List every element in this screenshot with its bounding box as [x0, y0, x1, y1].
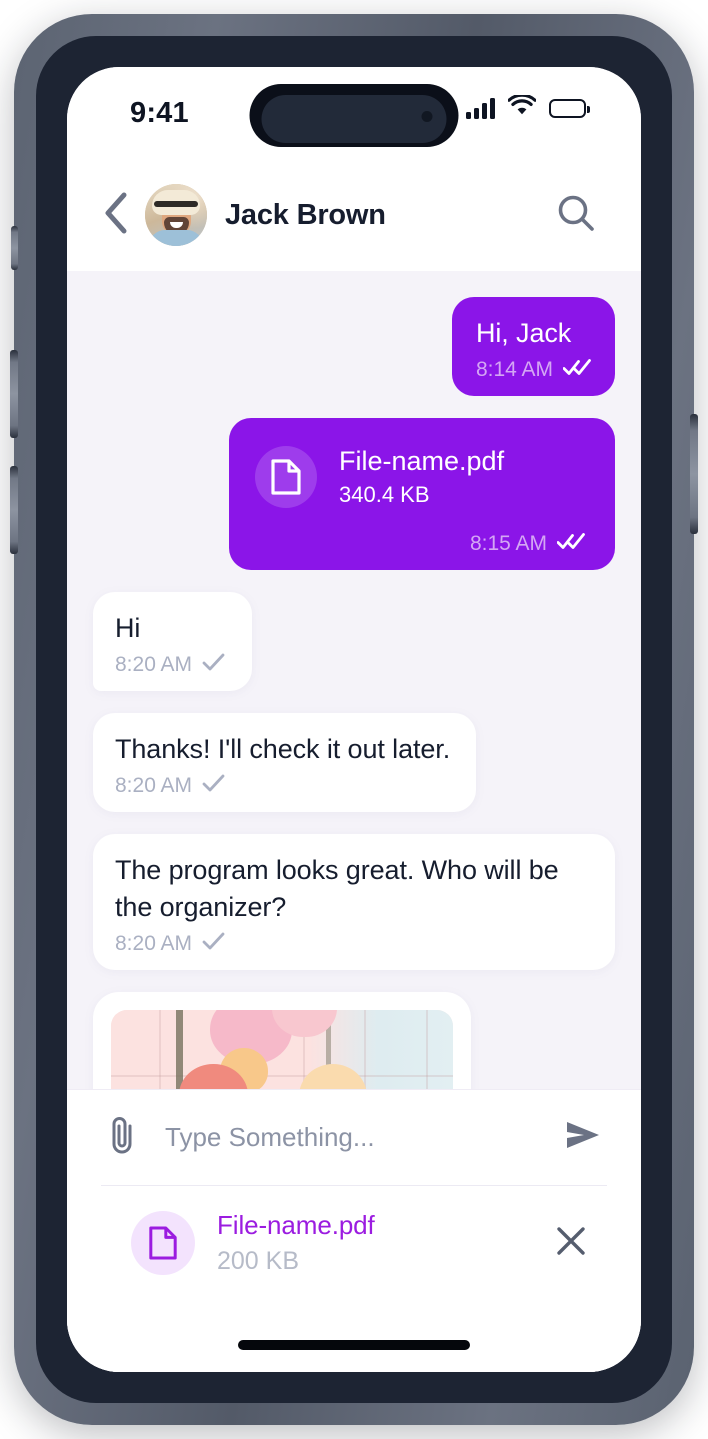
message-meta: 8:20 AM — [115, 932, 589, 956]
volume-down-button[interactable] — [10, 466, 18, 554]
close-icon — [554, 1224, 588, 1263]
send-icon — [563, 1118, 603, 1157]
file-size: 340.4 KB — [339, 482, 430, 507]
document-icon — [131, 1211, 195, 1275]
message-row-outgoing-file: File-name.pdf 340.4 KB 8:15 AM — [93, 418, 615, 570]
silent-switch-button[interactable] — [11, 226, 18, 270]
message-bubble-incoming[interactable]: The program looks great. Who will be the… — [93, 834, 615, 970]
status-bar-time: 9:41 — [130, 97, 189, 129]
message-time: 8:15 AM — [469, 532, 547, 555]
message-meta: 8:15 AM — [255, 532, 585, 556]
message-row-incoming: Hi 8:20 AM — [93, 592, 615, 691]
double-check-icon — [556, 532, 585, 556]
message-bubble-incoming[interactable]: Thanks! I'll check it out later. 8:20 AM — [93, 713, 477, 812]
composer-row — [101, 1090, 607, 1186]
chat-header: Jack Brown — [67, 159, 641, 271]
message-time: 8:20 AM — [115, 774, 193, 797]
attachment-name: File-name.pdf — [217, 1210, 375, 1240]
front-camera-icon — [421, 111, 433, 122]
message-text: Thanks! I'll check it out later. — [115, 734, 451, 764]
back-button[interactable] — [93, 192, 139, 238]
message-time: 8:20 AM — [115, 653, 193, 676]
single-check-icon — [202, 774, 226, 798]
chevron-left-icon — [103, 192, 129, 239]
search-icon — [555, 192, 597, 239]
remove-attachment-button[interactable] — [549, 1221, 593, 1265]
single-check-icon — [202, 653, 226, 677]
message-meta: 8:14 AM — [476, 358, 591, 382]
attachment-size: 200 KB — [217, 1247, 300, 1275]
file-name: File-name.pdf — [339, 446, 505, 476]
home-indicator[interactable] — [238, 1340, 470, 1350]
message-input[interactable] — [165, 1122, 539, 1153]
phone-bezel: 9:41 Jack Brown Hi, Jack 8:14 AM File-na… — [36, 36, 672, 1403]
message-bubble-incoming[interactable]: Hi 8:20 AM — [93, 592, 253, 691]
message-row-incoming: Thanks! I'll check it out later. 8:20 AM — [93, 713, 615, 812]
send-button[interactable] — [559, 1114, 607, 1162]
document-icon — [255, 446, 317, 508]
attach-button[interactable] — [101, 1116, 145, 1160]
attachment-preview: File-name.pdf 200 KB — [101, 1186, 607, 1296]
message-row-incoming: The program looks great. Who will be the… — [93, 834, 615, 970]
message-bubble-outgoing[interactable]: Hi, Jack 8:14 AM — [451, 297, 615, 396]
cellular-signal-icon — [466, 97, 495, 119]
message-time: 8:20 AM — [115, 932, 193, 955]
avatar[interactable] — [145, 184, 207, 246]
status-bar: 9:41 — [67, 67, 641, 159]
phone-screen: 9:41 Jack Brown Hi, Jack 8:14 AM File-na… — [67, 67, 641, 1372]
wifi-icon — [507, 93, 537, 121]
volume-up-button[interactable] — [10, 350, 18, 438]
message-text: Hi — [115, 613, 141, 643]
phone-frame: 9:41 Jack Brown Hi, Jack 8:14 AM File-na… — [10, 14, 698, 1425]
battery-full-icon — [549, 98, 590, 118]
double-check-icon — [562, 358, 591, 382]
message-text: The program looks great. Who will be the… — [115, 855, 559, 922]
page-title: Jack Brown — [225, 198, 386, 231]
composer-panel: File-name.pdf 200 KB — [67, 1089, 641, 1372]
message-bubble-file[interactable]: File-name.pdf 340.4 KB 8:15 AM — [229, 418, 615, 570]
file-attachment[interactable]: File-name.pdf 340.4 KB — [255, 444, 585, 510]
status-bar-icons — [466, 93, 590, 121]
message-row-outgoing: Hi, Jack 8:14 AM — [93, 297, 615, 396]
power-button[interactable] — [690, 414, 698, 534]
message-time: 8:14 AM — [475, 358, 553, 381]
paperclip-icon — [108, 1114, 138, 1161]
search-button[interactable] — [553, 192, 599, 238]
home-indicator-area — [101, 1296, 607, 1372]
message-text: Hi, Jack — [475, 318, 572, 348]
dynamic-island-screen — [261, 95, 447, 143]
message-meta: 8:20 AM — [115, 774, 450, 798]
single-check-icon — [202, 932, 226, 956]
dynamic-island — [249, 84, 459, 147]
message-meta: 8:20 AM — [115, 653, 226, 677]
